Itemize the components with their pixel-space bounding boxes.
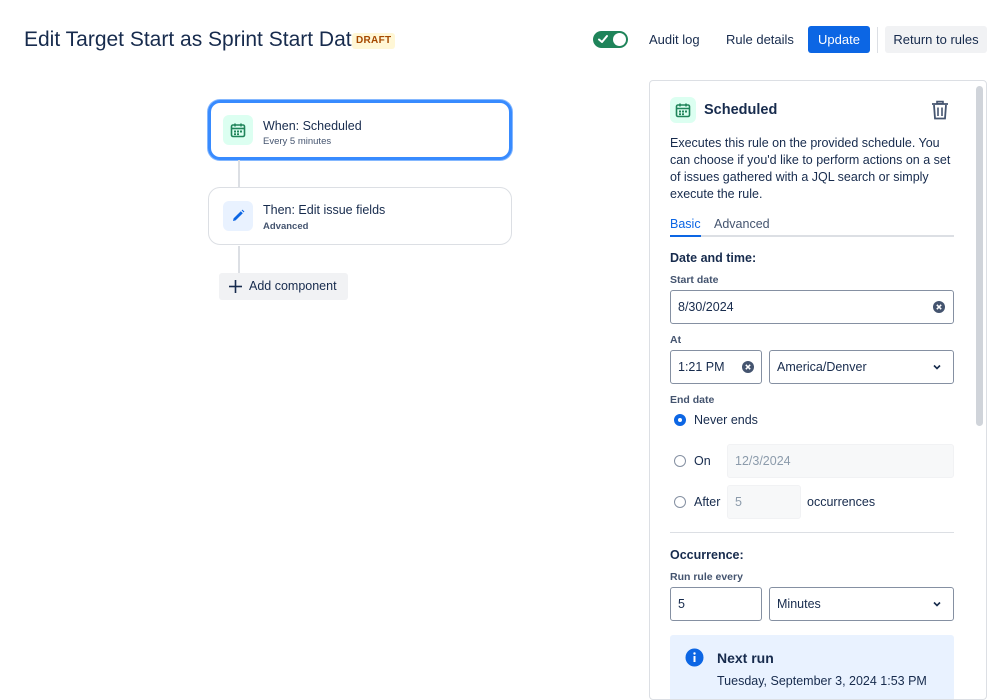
connector-line bbox=[238, 160, 240, 187]
radio-button[interactable] bbox=[674, 455, 686, 467]
action-subtitle: Advanced bbox=[263, 221, 309, 232]
rule-canvas: When: Scheduled Every 5 minutes Then: Ed… bbox=[0, 80, 640, 690]
time-value: 1:21 PM bbox=[678, 360, 725, 374]
at-label: At bbox=[670, 334, 682, 346]
run-every-unit-select[interactable]: Minutes bbox=[769, 587, 954, 621]
start-date-input[interactable]: 8/30/2024 bbox=[670, 290, 954, 324]
audit-log-button[interactable]: Audit log bbox=[640, 26, 709, 53]
end-after-count-placeholder: 5 bbox=[735, 495, 742, 509]
end-on-date-placeholder: 12/3/2024 bbox=[735, 454, 791, 468]
pencil-icon bbox=[223, 201, 253, 231]
next-run-info: Next run Tuesday, September 3, 2024 1:53… bbox=[670, 635, 954, 699]
action-title: Then: Edit issue fields bbox=[263, 203, 386, 217]
trash-icon[interactable] bbox=[930, 99, 950, 121]
clear-icon[interactable] bbox=[933, 301, 945, 313]
tab-basic[interactable]: Basic bbox=[670, 216, 701, 237]
plus-icon bbox=[229, 280, 242, 293]
header-divider bbox=[877, 27, 878, 53]
rule-details-button[interactable]: Rule details bbox=[717, 26, 803, 53]
check-icon bbox=[598, 35, 608, 43]
status-badge: DRAFT bbox=[352, 33, 396, 49]
calendar-icon bbox=[223, 115, 253, 145]
run-every-input[interactable]: 5 bbox=[670, 587, 762, 621]
end-on-date-input[interactable]: 12/3/2024 bbox=[727, 444, 954, 478]
start-date-value: 8/30/2024 bbox=[678, 300, 734, 314]
return-to-rules-button[interactable]: Return to rules bbox=[885, 26, 987, 53]
timezone-value: America/Denver bbox=[777, 360, 867, 374]
update-button[interactable]: Update bbox=[808, 26, 870, 53]
next-run-text: Tuesday, September 3, 2024 1:53 PM bbox=[717, 674, 927, 688]
trigger-subtitle: Every 5 minutes bbox=[263, 136, 332, 147]
config-tabs: Basic Advanced bbox=[670, 215, 954, 237]
radio-label: Never ends bbox=[694, 413, 758, 427]
rule-header: Edit Target Start as Sprint Start Date D… bbox=[0, 0, 999, 80]
clear-icon[interactable] bbox=[742, 361, 754, 373]
timezone-select[interactable]: America/Denver bbox=[769, 350, 954, 384]
run-every-label: Run rule every bbox=[670, 571, 743, 583]
radio-button[interactable] bbox=[674, 414, 686, 426]
info-icon bbox=[685, 648, 704, 667]
occurrence-heading: Occurrence: bbox=[670, 548, 744, 562]
trigger-title: When: Scheduled bbox=[263, 119, 362, 133]
rule-enabled-toggle[interactable] bbox=[593, 31, 628, 48]
chevron-down-icon bbox=[933, 601, 941, 607]
next-run-title: Next run bbox=[717, 650, 774, 666]
calendar-icon bbox=[670, 97, 696, 123]
panel-description: Executes this rule on the provided sched… bbox=[670, 136, 951, 201]
radio-button[interactable] bbox=[674, 496, 686, 508]
run-every-unit-value: Minutes bbox=[777, 597, 821, 611]
panel-title: Scheduled bbox=[704, 102, 778, 118]
toggle-knob bbox=[613, 33, 626, 46]
radio-label: On bbox=[694, 454, 711, 468]
occurrences-label: occurrences bbox=[807, 495, 876, 509]
panel-scrollbar[interactable] bbox=[976, 86, 983, 426]
action-node[interactable]: Then: Edit issue fields Advanced bbox=[208, 187, 512, 245]
date-time-heading: Date and time: bbox=[670, 251, 757, 265]
add-component-label: Add component bbox=[249, 279, 337, 293]
time-input[interactable]: 1:21 PM bbox=[670, 350, 762, 384]
end-after-count-input[interactable]: 5 bbox=[727, 485, 801, 519]
start-date-label: Start date bbox=[670, 274, 719, 286]
connector-line bbox=[238, 246, 240, 273]
chevron-down-icon bbox=[933, 364, 941, 370]
tab-advanced[interactable]: Advanced bbox=[714, 216, 770, 232]
page-title: Edit Target Start as Sprint Start Date bbox=[24, 28, 364, 51]
run-every-value: 5 bbox=[678, 597, 685, 611]
end-date-label: End date bbox=[670, 394, 715, 406]
trigger-node[interactable]: When: Scheduled Every 5 minutes bbox=[208, 100, 512, 160]
component-config-panel: Scheduled Executes this rule on the prov… bbox=[649, 80, 987, 700]
radio-label: After bbox=[694, 495, 721, 509]
add-component-button[interactable]: Add component bbox=[219, 273, 348, 300]
section-divider bbox=[670, 532, 954, 533]
